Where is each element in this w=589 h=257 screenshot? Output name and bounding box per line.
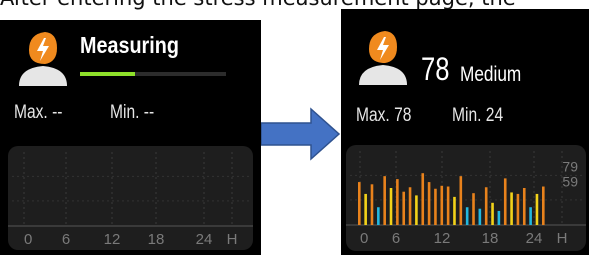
max-label: Max. bbox=[14, 102, 48, 123]
stress-bar bbox=[535, 193, 539, 225]
max-stat: Max. -- bbox=[14, 102, 62, 124]
min-value: -- bbox=[143, 102, 155, 123]
person-avatar-with-lightning-icon bbox=[15, 28, 71, 88]
x-tick-label: 12 bbox=[434, 230, 451, 247]
x-tick-label: 0 bbox=[360, 230, 368, 247]
stress-bar bbox=[396, 179, 399, 225]
stress-chart: 0 6 12 18 24 H 59 79 bbox=[346, 145, 586, 251]
stress-bar bbox=[370, 184, 374, 225]
x-tick-label: 0 bbox=[24, 231, 32, 248]
stress-bar bbox=[440, 185, 444, 225]
stress-bar bbox=[415, 195, 418, 225]
watch-screen-measuring: Measuring Max. -- Min. -- 0 6 12 18 24 H bbox=[0, 20, 261, 255]
min-label: Min. bbox=[110, 102, 140, 123]
stress-bar bbox=[459, 176, 463, 225]
y-tick-label: 59 bbox=[562, 173, 578, 189]
max-value: -- bbox=[52, 102, 63, 123]
stress-bar-chart-svg: 0 6 12 18 24 H 5979 bbox=[346, 151, 586, 247]
x-tick-label: 24 bbox=[196, 231, 213, 248]
stress-bar bbox=[453, 196, 456, 225]
empty-chart-svg: 0 6 12 18 24 H bbox=[8, 152, 253, 248]
measurement-progress-fill bbox=[80, 72, 136, 76]
y-tick-label: 79 bbox=[562, 159, 578, 175]
stress-bar bbox=[510, 192, 513, 225]
stress-bar bbox=[491, 202, 494, 225]
x-tick-label: 18 bbox=[148, 231, 165, 248]
right-arrow-icon bbox=[260, 105, 341, 163]
min-stat: Min. -- bbox=[110, 102, 154, 124]
stress-bar bbox=[408, 187, 412, 225]
stress-chart-empty: 0 6 12 18 24 H bbox=[8, 146, 253, 250]
stress-bar bbox=[529, 207, 532, 225]
max-stat: Max. 78 bbox=[356, 105, 411, 127]
measurement-progress-bar bbox=[80, 72, 226, 76]
min-value: 24 bbox=[485, 105, 504, 126]
stress-bar bbox=[542, 186, 545, 225]
person-avatar-with-lightning-icon bbox=[355, 27, 411, 87]
stress-bar bbox=[427, 182, 431, 225]
stress-bar bbox=[465, 207, 469, 225]
stress-bar bbox=[484, 187, 488, 225]
max-value: 78 bbox=[394, 105, 412, 126]
stress-bar bbox=[364, 193, 367, 225]
stress-bar bbox=[478, 208, 482, 225]
stress-bar bbox=[472, 193, 475, 225]
x-tick-label: 24 bbox=[526, 230, 543, 247]
x-tick-label: 6 bbox=[62, 231, 70, 248]
stress-bar bbox=[503, 178, 507, 225]
stress-bar bbox=[522, 188, 526, 225]
x-tick-label: 6 bbox=[392, 230, 400, 247]
min-stat: Min. 24 bbox=[452, 105, 503, 127]
stress-bar bbox=[516, 193, 520, 225]
x-tick-label: 12 bbox=[104, 231, 121, 248]
stress-bar bbox=[383, 176, 386, 225]
measuring-status-text: Measuring bbox=[80, 32, 179, 58]
stress-bar bbox=[434, 188, 437, 225]
stress-bar bbox=[497, 210, 501, 225]
stress-bar bbox=[377, 207, 380, 225]
stress-level-label: Medium bbox=[460, 63, 522, 86]
stress-bar bbox=[446, 186, 450, 225]
watch-screen-result: 78 Medium Max. 78 Min. 24 0 6 12 18 24 H 59 79 bbox=[341, 9, 589, 255]
stress-bar bbox=[389, 188, 393, 225]
max-label: Max. bbox=[356, 105, 390, 126]
stress-bar bbox=[402, 191, 406, 225]
stress-bar bbox=[421, 173, 425, 225]
x-tick-label: 18 bbox=[482, 230, 499, 247]
x-tick-label: H bbox=[557, 230, 568, 247]
stress-bar bbox=[358, 182, 361, 225]
x-tick-label: H bbox=[227, 231, 238, 248]
min-label: Min. bbox=[452, 105, 482, 126]
stress-value: 78 bbox=[421, 51, 450, 87]
